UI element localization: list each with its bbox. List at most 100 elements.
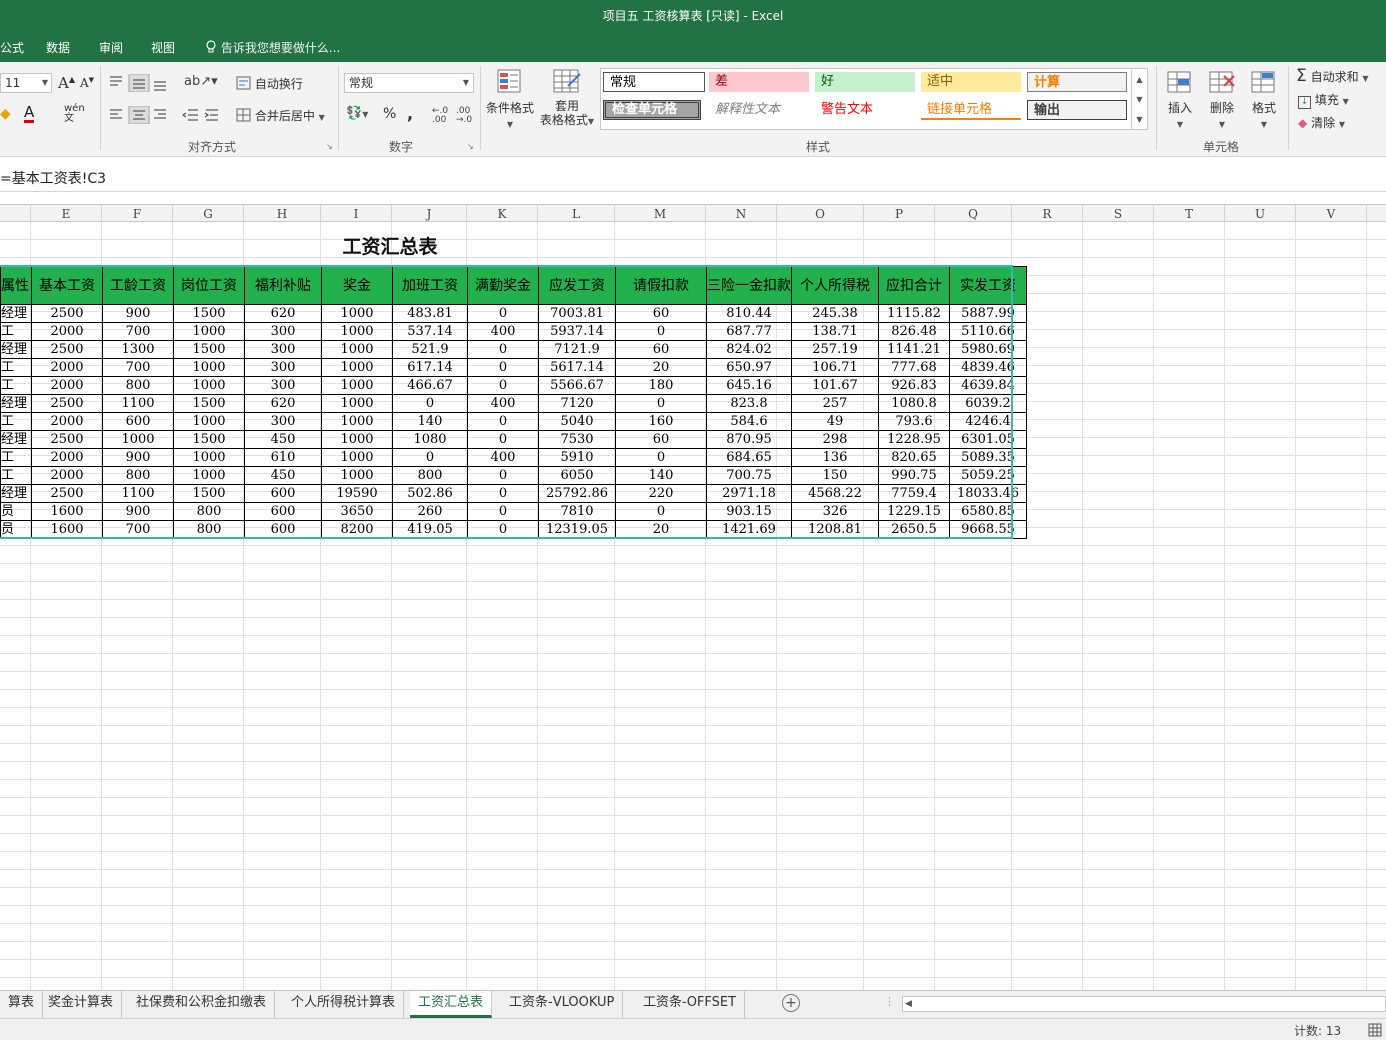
table-cell[interactable]: 1000	[173, 412, 245, 431]
table-cell[interactable]: 900	[102, 502, 174, 521]
table-cell[interactable]: 700	[102, 520, 174, 539]
table-cell[interactable]: 2500	[31, 484, 103, 503]
table-cell[interactable]: 326	[791, 502, 879, 521]
table-cell[interactable]: 400	[467, 322, 539, 341]
table-cell[interactable]: 600	[244, 520, 322, 539]
table-cell[interactable]: 1421.69	[706, 520, 792, 539]
column-header-cell[interactable]: 基本工资	[31, 266, 103, 305]
table-cell[interactable]: 2500	[31, 340, 103, 359]
table-cell[interactable]: 2000	[31, 358, 103, 377]
table-cell[interactable]: 1000	[321, 358, 393, 377]
table-cell[interactable]: 5980.69	[949, 340, 1027, 359]
table-cell[interactable]: 180	[615, 376, 707, 395]
column-header[interactable]: P	[864, 205, 935, 223]
column-header-cell[interactable]: 岗位工资	[173, 266, 245, 305]
gallery-scroll[interactable]: ▲ ▼ ▼	[1131, 70, 1147, 130]
column-header[interactable]: N	[706, 205, 777, 223]
table-cell[interactable]: 1000	[173, 376, 245, 395]
table-cell[interactable]: 5887.99	[949, 304, 1027, 323]
table-cell[interactable]: 1000	[321, 430, 393, 449]
table-cell[interactable]: 1000	[102, 430, 174, 449]
column-header[interactable]: F	[102, 205, 173, 223]
sheet-tab[interactable]: 工资条-OFFSET	[635, 991, 746, 1018]
table-cell[interactable]: 823.8	[706, 394, 792, 413]
table-cell[interactable]: 5617.14	[538, 358, 616, 377]
table-cell[interactable]: 900	[102, 304, 174, 323]
table-cell[interactable]: 101.67	[791, 376, 879, 395]
style-check-cell[interactable]: 检查单元格	[603, 100, 701, 120]
table-cell[interactable]: 6301.05	[949, 430, 1027, 449]
table-cell[interactable]: 584.6	[706, 412, 792, 431]
table-cell[interactable]: 0	[615, 448, 707, 467]
table-cell[interactable]: 49	[791, 412, 879, 431]
table-cell[interactable]: 工	[0, 466, 32, 485]
table-cell[interactable]: 5089.35	[949, 448, 1027, 467]
merge-center-button[interactable]: 合并后居中 ▼	[236, 107, 325, 124]
table-cell[interactable]: 800	[392, 466, 468, 485]
dialog-launcher-icon[interactable]: ↘	[326, 142, 333, 151]
table-cell[interactable]: 800	[102, 376, 174, 395]
table-cell[interactable]: 18033.46	[949, 484, 1027, 503]
table-cell[interactable]: 经理	[0, 394, 32, 413]
table-cell[interactable]: 0	[467, 358, 539, 377]
table-cell[interactable]: 400	[467, 394, 539, 413]
comma-button[interactable]: ,	[407, 104, 413, 123]
number-format-select[interactable]: 常规 ▼	[344, 73, 474, 93]
table-cell[interactable]: 990.75	[878, 466, 950, 485]
table-cell[interactable]: 298	[791, 430, 879, 449]
style-warning[interactable]: 警告文本	[815, 100, 915, 120]
table-cell[interactable]: 1000	[321, 412, 393, 431]
table-cell[interactable]: 700	[102, 358, 174, 377]
table-cell[interactable]: 9668.55	[949, 520, 1027, 539]
table-cell[interactable]: 1080.8	[878, 394, 950, 413]
table-cell[interactable]: 7810	[538, 502, 616, 521]
table-cell[interactable]: 25792.86	[538, 484, 616, 503]
column-header-cell[interactable]: 满勤奖金	[467, 266, 539, 305]
autosum-button[interactable]: Σ 自动求和 ▼	[1296, 66, 1369, 86]
percent-button[interactable]: %	[383, 106, 396, 122]
table-cell[interactable]: 450	[244, 430, 322, 449]
table-cell[interactable]: 903.15	[706, 502, 792, 521]
table-cell[interactable]: 4246.4	[949, 412, 1027, 431]
table-cell[interactable]: 150	[791, 466, 879, 485]
table-cell[interactable]: 0	[615, 502, 707, 521]
table-cell[interactable]: 1115.82	[878, 304, 950, 323]
table-cell[interactable]: 0	[467, 466, 539, 485]
increase-decimal-icon[interactable]: ←.0.00	[432, 107, 448, 125]
table-cell[interactable]: 1000	[173, 448, 245, 467]
table-cell[interactable]: 2000	[31, 448, 103, 467]
table-cell[interactable]: 1000	[321, 376, 393, 395]
sheet-tab[interactable]: 算表	[0, 991, 44, 1018]
table-cell[interactable]: 7530	[538, 430, 616, 449]
table-cell[interactable]: 1000	[321, 466, 393, 485]
table-cell[interactable]: 106.71	[791, 358, 879, 377]
table-cell[interactable]: 4639.84	[949, 376, 1027, 395]
table-cell[interactable]: 800	[102, 466, 174, 485]
table-cell[interactable]: 2500	[31, 430, 103, 449]
table-cell[interactable]: 2000	[31, 466, 103, 485]
table-cell[interactable]: 1141.21	[878, 340, 950, 359]
table-cell[interactable]: 0	[467, 430, 539, 449]
fill-button[interactable]: ↓ 填充 ▼	[1298, 91, 1349, 109]
table-cell[interactable]: 5910	[538, 448, 616, 467]
column-header[interactable]: R	[1012, 205, 1083, 223]
tab-splitter-icon[interactable]: ⋮	[884, 995, 895, 1008]
column-header[interactable]: T	[1154, 205, 1225, 223]
table-cell[interactable]: 经理	[0, 430, 32, 449]
horizontal-scrollbar[interactable]: ◀	[902, 996, 1386, 1012]
normal-view-icon[interactable]	[1368, 1023, 1382, 1037]
table-cell[interactable]: 7120	[538, 394, 616, 413]
table-cell[interactable]: 1000	[321, 340, 393, 359]
table-cell[interactable]: 1000	[321, 322, 393, 341]
highlight-color-icon[interactable]: ◆	[0, 106, 11, 122]
currency-icon[interactable]: 💱▼	[346, 106, 368, 121]
column-header-cell[interactable]: 加班工资	[392, 266, 468, 305]
table-cell[interactable]: 员	[0, 520, 32, 539]
indent-icons[interactable]	[182, 108, 222, 122]
table-cell[interactable]: 257	[791, 394, 879, 413]
table-cell[interactable]: 1000	[321, 448, 393, 467]
table-cell[interactable]: 7759.4	[878, 484, 950, 503]
table-cell[interactable]: 1500	[173, 430, 245, 449]
table-cell[interactable]: 687.77	[706, 322, 792, 341]
table-cell[interactable]: 0	[467, 304, 539, 323]
